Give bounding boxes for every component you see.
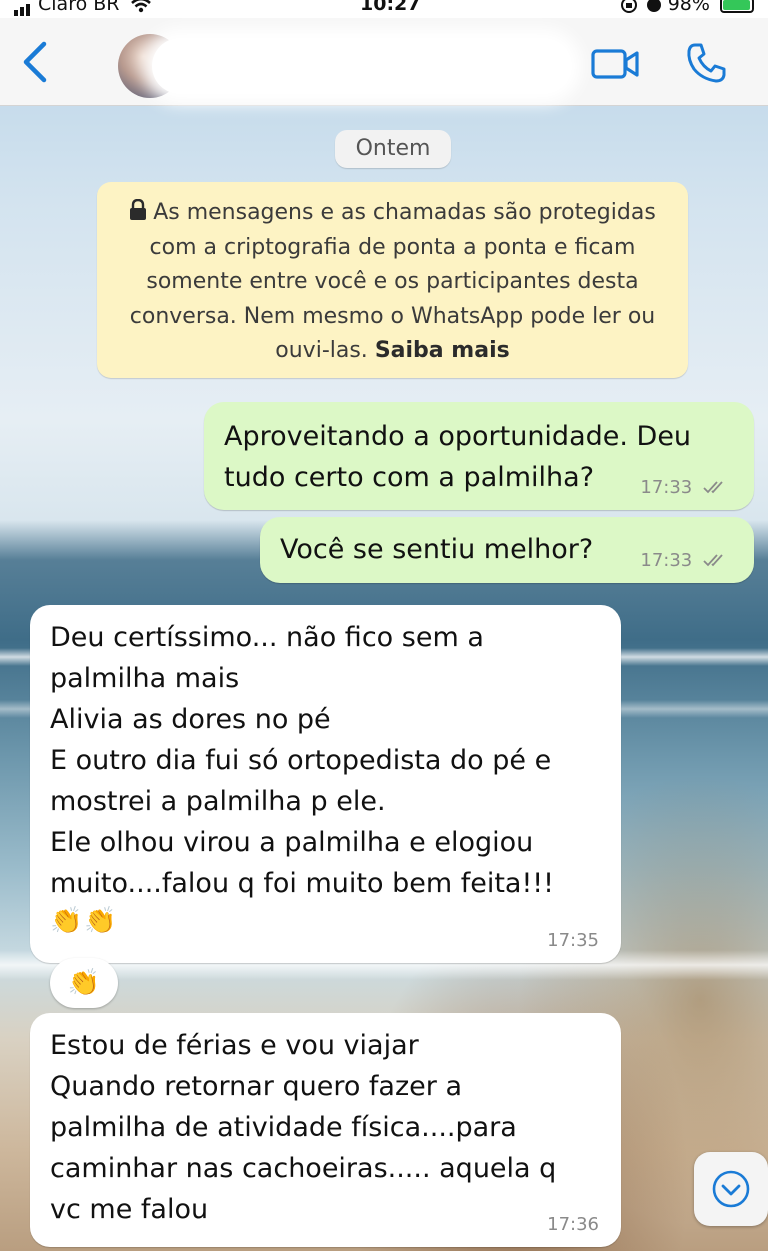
outgoing-message[interactable]: Você se sentiu melhor? 17:33 <box>260 517 754 583</box>
incoming-message[interactable]: Estou de férias e vou viajar Quando reto… <box>30 1013 621 1247</box>
message-meta: 17:33 <box>640 478 732 498</box>
message-time: 17:35 <box>547 930 599 951</box>
message-meta: 17:33 <box>640 551 732 571</box>
battery-info: 98% <box>620 0 754 15</box>
clapping-hands-emoji: 👏👏 <box>50 906 119 936</box>
status-bar: Claro BR 10:27 98% <box>0 0 768 18</box>
outgoing-message[interactable]: Aproveitando a oportunidade. Deu tudo ce… <box>204 402 754 510</box>
message-time: 17:33 <box>640 550 693 571</box>
contact-name[interactable] <box>152 38 572 94</box>
chat-header <box>0 18 768 106</box>
learn-more-link[interactable]: Saiba mais <box>375 338 510 363</box>
message-time: 17:33 <box>640 477 693 498</box>
phone-call-icon[interactable] <box>686 42 726 84</box>
incoming-message[interactable]: Deu certíssimo... não fico sem a palmilh… <box>30 605 621 963</box>
signal-icon <box>14 0 32 16</box>
encryption-notice[interactable]: As mensagens e as chamadas são protegida… <box>97 182 688 378</box>
message-meta: 17:36 <box>547 1215 599 1235</box>
emoji-reaction[interactable]: 👏 <box>50 958 118 1008</box>
orientation-lock-icon <box>620 0 637 13</box>
wifi-icon <box>130 0 151 12</box>
status-time: 10:27 <box>360 0 421 15</box>
date-separator: Ontem <box>335 130 451 168</box>
video-call-icon[interactable] <box>590 46 642 82</box>
message-text: Deu certíssimo... não fico sem a palmilh… <box>50 622 554 899</box>
lock-icon <box>130 199 147 220</box>
carrier-label: Claro BR <box>38 0 120 15</box>
carrier-info: Claro BR <box>14 0 152 16</box>
message-text: Estou de férias e vou viajar Quando reto… <box>50 1030 557 1225</box>
battery-percent: 98% <box>667 0 710 15</box>
back-icon[interactable] <box>18 40 54 84</box>
double-check-icon <box>703 481 723 494</box>
scroll-to-bottom-button[interactable] <box>694 1152 768 1226</box>
moon-icon <box>646 0 661 12</box>
battery-icon <box>720 0 754 13</box>
chevron-down-icon <box>712 1170 750 1208</box>
message-time: 17:36 <box>547 1214 599 1235</box>
message-meta: 17:35 <box>547 931 599 951</box>
double-check-icon <box>703 554 723 567</box>
